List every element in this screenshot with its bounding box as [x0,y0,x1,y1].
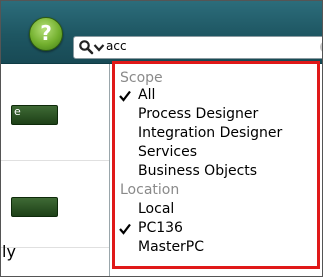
partial-label: ly [2,242,16,261]
action-button-label: e [14,105,21,118]
app-window: ? acc ly e Scope All Process Designer In… [0,0,323,277]
top-toolbar: ? acc [1,1,322,64]
search-box[interactable]: acc [73,36,322,59]
action-button[interactable] [11,197,58,217]
menu-item-business-objects[interactable]: Business Objects [115,163,315,182]
menu-item-pc136[interactable]: PC136 [115,220,315,239]
section-heading-location: Location [120,182,180,198]
action-button[interactable]: e [11,105,58,125]
menu-item-integration-designer[interactable]: Integration Designer [115,125,315,144]
search-scope-dropdown: Scope All Process Designer Integration D… [112,61,320,269]
menu-item-services[interactable]: Services [115,144,315,163]
checkmark-icon [119,90,131,102]
menu-item-all[interactable]: All [115,87,315,106]
search-input[interactable]: acc [106,39,127,53]
chevron-down-icon[interactable] [93,39,105,55]
menu-item-masterpc[interactable]: MasterPC [115,239,315,258]
menu-item-process-designer[interactable]: Process Designer [115,106,315,125]
menu-item-local[interactable]: Local [115,201,315,220]
search-icon[interactable] [78,39,94,55]
left-panel: ly [1,64,110,276]
checkmark-icon [119,223,131,235]
help-button[interactable]: ? [29,17,63,51]
divider [1,247,109,248]
divider [1,160,109,161]
